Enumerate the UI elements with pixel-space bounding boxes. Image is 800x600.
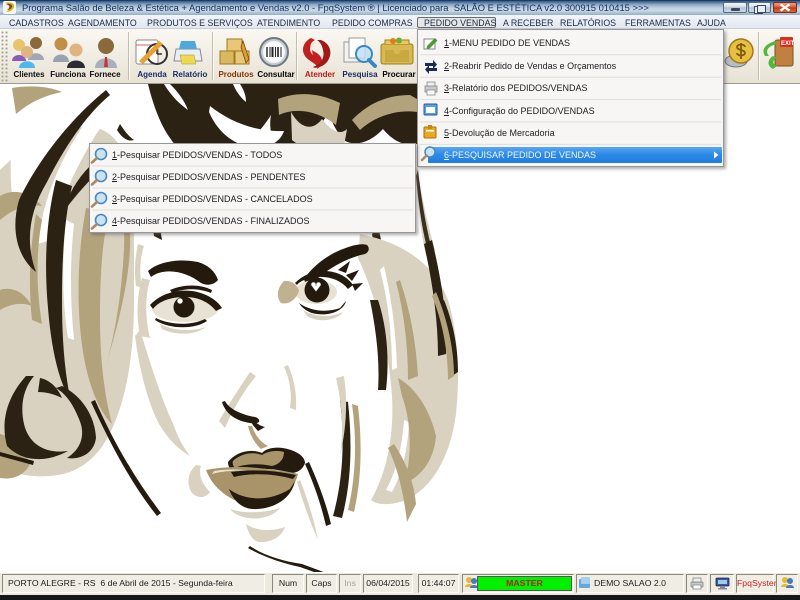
- svg-text:EXIT: EXIT: [781, 41, 795, 47]
